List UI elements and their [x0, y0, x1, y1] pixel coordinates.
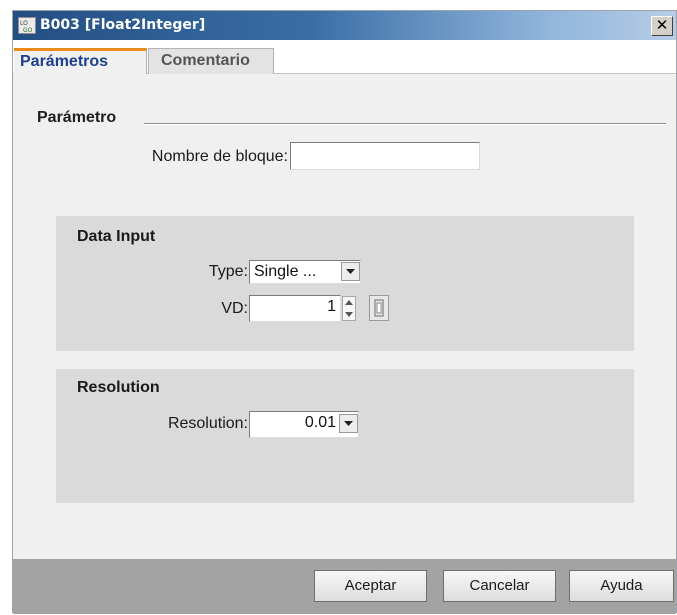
block-name-input[interactable] [290, 142, 480, 170]
tab-strip: Parámetros Comentario [13, 40, 676, 74]
parameter-reference-button[interactable] [369, 295, 389, 321]
cancel-button[interactable]: Cancelar [443, 570, 556, 602]
vd-spinner[interactable] [342, 296, 356, 321]
accept-button[interactable]: Aceptar [314, 570, 427, 602]
close-button[interactable]: ✕ [651, 16, 673, 36]
spinner-down-button[interactable] [343, 309, 355, 320]
data-input-title: Data Input [77, 228, 156, 245]
type-dropdown-button[interactable] [341, 262, 360, 281]
resolution-select-value: 0.01 [304, 414, 336, 431]
chevron-down-icon [344, 421, 353, 426]
resolution-label: Resolution: [167, 415, 248, 432]
resolution-title: Resolution [77, 379, 160, 396]
group-divider [144, 123, 666, 125]
dialog-window: LO GO B003 [Float2Integer] ✕ Parámetros … [12, 10, 677, 614]
logo-app-icon: LO GO [18, 17, 36, 34]
vd-label: VD: [221, 300, 248, 317]
dialog-footer: Aceptar Cancelar Ayuda [13, 559, 676, 614]
help-button[interactable]: Ayuda [569, 570, 674, 602]
resolution-dropdown-button[interactable] [339, 414, 358, 433]
type-label: Type: [208, 263, 248, 280]
connector-icon [374, 299, 384, 317]
svg-text:GO: GO [23, 27, 33, 33]
vd-input[interactable]: 1 [249, 295, 341, 322]
chevron-down-icon [345, 312, 353, 317]
parameter-group-caption: Parámetro [37, 109, 117, 126]
block-name-label: Nombre de bloque: [151, 148, 288, 165]
svg-text:LO: LO [20, 20, 28, 27]
title-bar[interactable]: LO GO B003 [Float2Integer] ✕ [13, 11, 676, 40]
type-select-value: Single ... [254, 263, 317, 280]
tab-parametros[interactable]: Parámetros [14, 48, 147, 74]
chevron-up-icon [345, 300, 353, 305]
window-title: B003 [Float2Integer] [40, 17, 206, 33]
close-icon: ✕ [655, 16, 669, 34]
tab-comentario[interactable]: Comentario [148, 48, 274, 74]
chevron-down-icon [346, 269, 355, 274]
spinner-up-button[interactable] [343, 297, 355, 308]
